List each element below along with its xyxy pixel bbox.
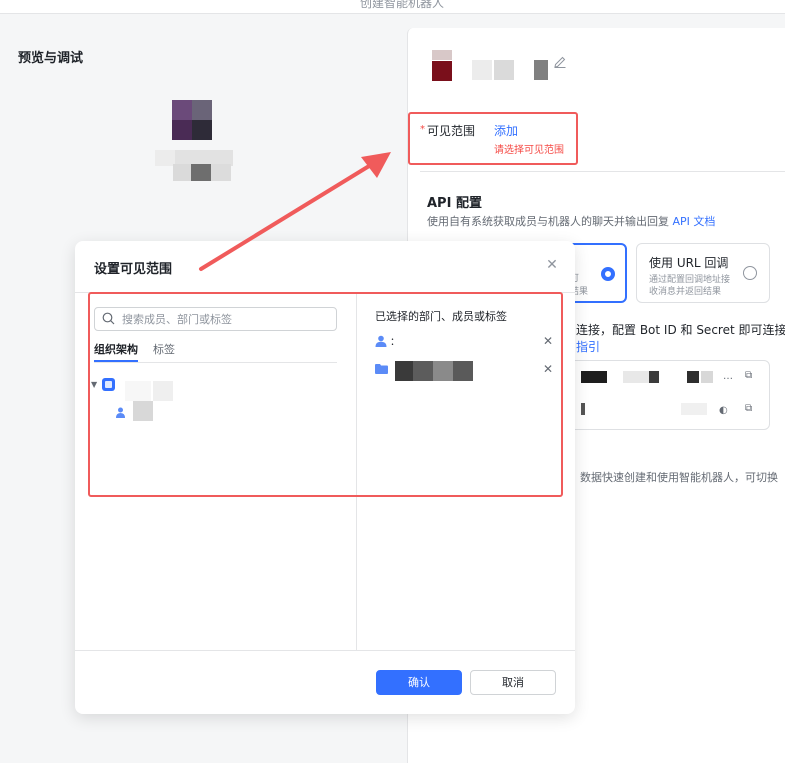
bot-name-field-blur — [472, 60, 552, 80]
annotation-highlight-selector — [88, 292, 563, 497]
api-config-description: 使用自有系统获取成员与机器人的聊天并输出回复 API 文档 — [427, 213, 715, 229]
connect-instruction: 连接，配置 Bot ID 和 Secret 即可连接 — [576, 323, 785, 337]
confirm-button[interactable]: 确认 — [376, 670, 462, 695]
more-icon[interactable]: … — [723, 371, 733, 382]
credential-blur — [581, 371, 607, 383]
copy-icon[interactable]: ⧉ — [745, 403, 752, 414]
preview-title: 预览与调试 — [18, 51, 84, 66]
view-icon[interactable]: ◐ — [719, 405, 728, 416]
close-icon[interactable]: ✕ — [545, 258, 559, 272]
annotation-highlight-visibility — [408, 112, 578, 165]
page-title: 创建智能机器人 — [360, 0, 445, 10]
radio-unselected[interactable] — [743, 266, 757, 280]
url-callback-card[interactable]: 使用 URL 回调 通过配置回调地址接 收消息并返回结果 — [636, 243, 770, 303]
mode-description: 数据快速创建和使用智能机器人，可切换 — [580, 471, 778, 484]
credential-blur — [623, 371, 649, 383]
api-desc-text: 使用自有系统获取成员与机器人的聊天并输出回复 — [427, 215, 669, 228]
credential-blur — [701, 371, 713, 383]
top-bar: 创建智能机器人 — [0, 0, 785, 14]
url-callback-desc-2: 收消息并返回结果 — [649, 287, 722, 297]
url-callback-title: 使用 URL 回调 — [649, 256, 729, 270]
credential-blur — [649, 371, 659, 383]
bot-icon-blur — [432, 50, 454, 82]
section-divider — [420, 171, 785, 172]
bot-name-blur — [155, 150, 235, 182]
credential-blur — [681, 403, 707, 415]
credential-blur — [581, 403, 585, 415]
edit-icon[interactable] — [554, 56, 568, 70]
credential-blur — [687, 371, 699, 383]
api-doc-link[interactable]: API 文档 — [673, 215, 716, 228]
cancel-button[interactable]: 取消 — [470, 670, 556, 695]
radio-selected[interactable] — [601, 267, 615, 281]
modal-footer-divider — [75, 650, 575, 651]
api-config-title: API 配置 — [427, 196, 482, 211]
guide-link[interactable]: 指引 — [576, 338, 600, 355]
copy-icon[interactable]: ⧉ — [745, 370, 752, 381]
modal-title: 设置可见范围 — [94, 262, 173, 277]
bot-avatar — [172, 100, 214, 142]
credentials-box: … ⧉ ◐ ⧉ — [560, 360, 770, 430]
